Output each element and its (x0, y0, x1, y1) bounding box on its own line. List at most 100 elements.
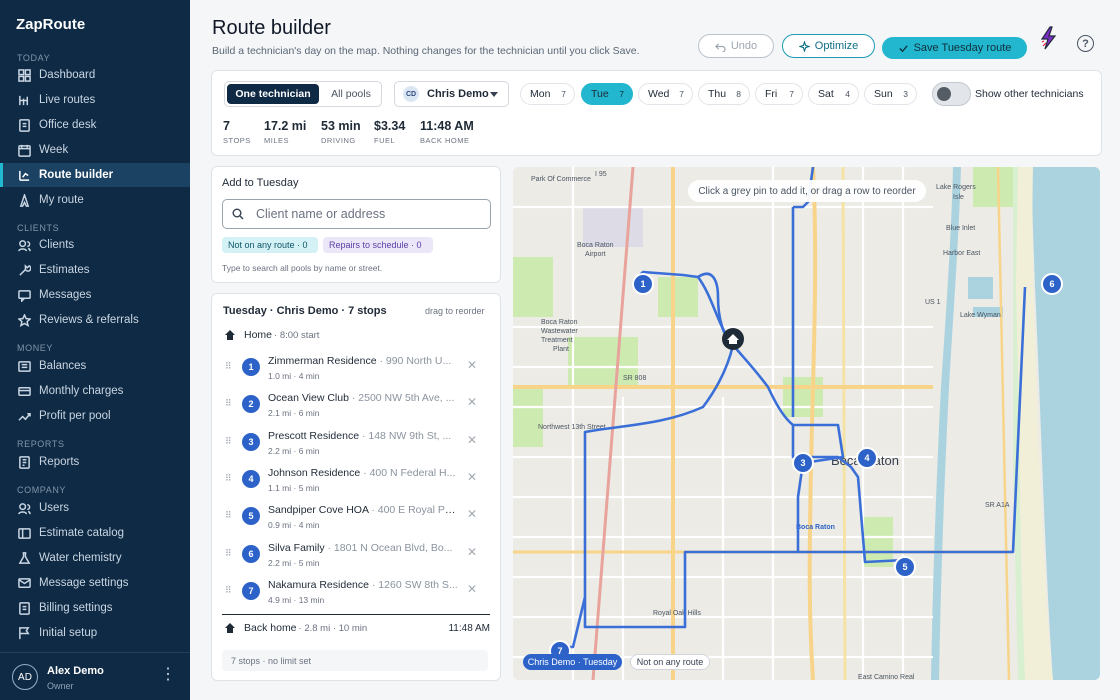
home-start-time: · 8:00 start (274, 329, 320, 341)
sidebar-item-messages[interactable]: Messages (0, 283, 190, 307)
remove-stop-icon[interactable]: ✕ (467, 582, 477, 596)
show-other-technicians-toggle[interactable] (932, 82, 971, 106)
day-tab-thu[interactable]: Thu 8 (698, 83, 750, 105)
sidebar-item-label: Messages (39, 289, 92, 301)
sidebar-item-water-chemistry[interactable]: Water chemistry (0, 546, 190, 570)
sidebar-item-clients[interactable]: Clients (0, 233, 190, 257)
drag-handle-icon[interactable]: ⠿ (225, 548, 232, 559)
save-route-button[interactable]: Save Tuesday route (882, 37, 1027, 59)
home-start-row: Home · 8:00 start (224, 329, 319, 341)
sidebar-item-live-routes[interactable]: Live routes (0, 88, 190, 112)
section-money: MONEY (17, 343, 54, 353)
route-stop-row[interactable]: ⠿ 5 Sandpiper Cove HOA · 400 E Royal Pa...… (222, 502, 492, 538)
my-route-icon (17, 193, 31, 207)
tab-all-pools[interactable]: All pools (321, 84, 381, 104)
remove-stop-icon[interactable]: ✕ (467, 507, 477, 521)
route-map[interactable]: Park Of Commerce I 95 Boca Raton Airport… (513, 167, 1100, 680)
live-routes-icon (17, 93, 31, 107)
technician-select[interactable]: CD Chris Demo (394, 81, 509, 107)
map-label: Boca Raton (796, 524, 835, 531)
lightning-bolt-icon[interactable] (1040, 26, 1057, 55)
map-label: Lake Wyman (960, 312, 1001, 319)
day-count: 7 (619, 89, 624, 99)
sidebar-item-message-settings[interactable]: Message settings (0, 571, 190, 595)
route-stop-row[interactable]: ⠿ 7 Nakamura Residence · 1260 SW 8th S... 4… (222, 577, 492, 613)
day-tab-mon[interactable]: Mon 7 (520, 83, 575, 105)
tab-one-technician[interactable]: One technician (227, 84, 319, 104)
stop-address: · 1260 SW 8th S... (371, 579, 458, 591)
help-icon[interactable]: ? (1077, 35, 1094, 52)
filter-pill-repairs[interactable]: Repairs to schedule · 0 (323, 237, 433, 253)
brand-logo[interactable]: ZapRoute (16, 16, 85, 33)
sidebar-item-week[interactable]: Week (0, 138, 190, 162)
home-icon (225, 623, 235, 633)
map-label: SR A1A (985, 502, 1010, 509)
client-search-input[interactable]: Client name or address (222, 199, 491, 229)
map-label: SR 808 (623, 375, 646, 382)
sidebar-item-estimates[interactable]: Estimates (0, 258, 190, 282)
sidebar-item-office-desk[interactable]: Office desk (0, 113, 190, 137)
sidebar-item-monthly-charges[interactable]: Monthly charges (0, 379, 190, 403)
sidebar-item-estimate-catalog[interactable]: Estimate catalog (0, 521, 190, 545)
drag-handle-icon[interactable]: ⠿ (225, 361, 232, 372)
undo-label: Undo (730, 40, 758, 52)
more-vertical-icon[interactable]: ⋮ (160, 667, 176, 683)
day-tab-fri[interactable]: Fri 7 (755, 83, 803, 105)
undo-icon (714, 42, 726, 52)
route-stop-row[interactable]: ⠿ 1 Zimmerman Residence · 990 North U... 1.… (222, 353, 492, 389)
back-home-meta: · 2.8 mi · 10 min (298, 622, 368, 634)
drag-handle-icon[interactable]: ⠿ (225, 510, 232, 521)
route-stop-row[interactable]: ⠿ 6 Silva Family · 1801 N Ocean Blvd, Bo..… (222, 540, 492, 576)
sidebar-item-initial-setup[interactable]: Initial setup (0, 621, 190, 645)
map-pin-4[interactable]: 4 (856, 447, 878, 469)
drag-handle-icon[interactable]: ⠿ (225, 473, 232, 484)
optimize-button[interactable]: Optimize (782, 34, 875, 58)
sidebar-item-my-route[interactable]: My route (0, 188, 190, 212)
day-tab-wed[interactable]: Wed 7 (638, 83, 693, 105)
day-tab-tue[interactable]: Tue 7 (581, 83, 633, 105)
sidebar-item-balances[interactable]: Balances (0, 354, 190, 378)
sidebar-item-dashboard[interactable]: Dashboard (0, 63, 190, 87)
remove-stop-icon[interactable]: ✕ (467, 470, 477, 484)
map-pin-5[interactable]: 5 (894, 556, 916, 578)
map-pin-home[interactable] (722, 328, 744, 350)
sidebar-item-label: Estimate catalog (39, 527, 125, 539)
map-pin-3[interactable]: 3 (792, 452, 814, 474)
route-stop-row[interactable]: ⠿ 2 Ocean View Club · 2500 NW 5th Ave, ...… (222, 390, 492, 426)
undo-button[interactable]: Undo (698, 34, 774, 58)
technician-name: Chris Demo (427, 88, 489, 100)
drag-handle-icon[interactable]: ⠿ (225, 436, 232, 447)
sidebar-item-billing-settings[interactable]: Billing settings (0, 596, 190, 620)
map-canvas[interactable]: Park Of Commerce I 95 Boca Raton Airport… (513, 167, 1100, 680)
drag-handle-icon[interactable]: ⠿ (225, 398, 232, 409)
day-tab-sat[interactable]: Sat 4 (808, 83, 859, 105)
remove-stop-icon[interactable]: ✕ (467, 395, 477, 409)
route-stop-row[interactable]: ⠿ 3 Prescott Residence · 148 NW 9th St, ..… (222, 428, 492, 464)
user-menu[interactable]: AD Alex Demo Owner ⋮ (0, 652, 190, 700)
route-stop-row[interactable]: ⠿ 4 Johnson Residence · 400 N Federal H...… (222, 465, 492, 501)
map-pin-6[interactable]: 6 (1041, 273, 1063, 295)
map-label: Boca Raton (577, 242, 614, 249)
sidebar-item-profit[interactable]: Profit per pool (0, 404, 190, 428)
map-label: Blue Inlet (946, 225, 975, 232)
clients-icon (17, 238, 31, 252)
map-label: Boca Raton (541, 319, 578, 326)
stop-meta: 2.1 mi · 6 min (268, 408, 320, 418)
sidebar-item-route-builder[interactable]: Route builder (0, 163, 190, 187)
toggle-knob (937, 87, 951, 101)
sidebar-item-users[interactable]: Users (0, 496, 190, 520)
sidebar-item-label: Billing settings (39, 602, 113, 614)
map-label: Harbor East (943, 250, 980, 257)
map-label: Wastewater (541, 328, 578, 335)
sidebar-item-reports[interactable]: Reports (0, 450, 190, 474)
drag-handle-icon[interactable]: ⠿ (225, 585, 232, 596)
map-label: East Camino Real (858, 674, 915, 680)
remove-stop-icon[interactable]: ✕ (467, 545, 477, 559)
sidebar-item-reviews[interactable]: Reviews & referrals (0, 308, 190, 332)
day-tab-sun[interactable]: Sun 3 (864, 83, 917, 105)
map-pin-1[interactable]: 1 (632, 273, 654, 295)
remove-stop-icon[interactable]: ✕ (467, 358, 477, 372)
save-label: Save Tuesday route (913, 42, 1012, 54)
remove-stop-icon[interactable]: ✕ (467, 433, 477, 447)
filter-pill-unrouted[interactable]: Not on any route · 0 (222, 237, 318, 253)
